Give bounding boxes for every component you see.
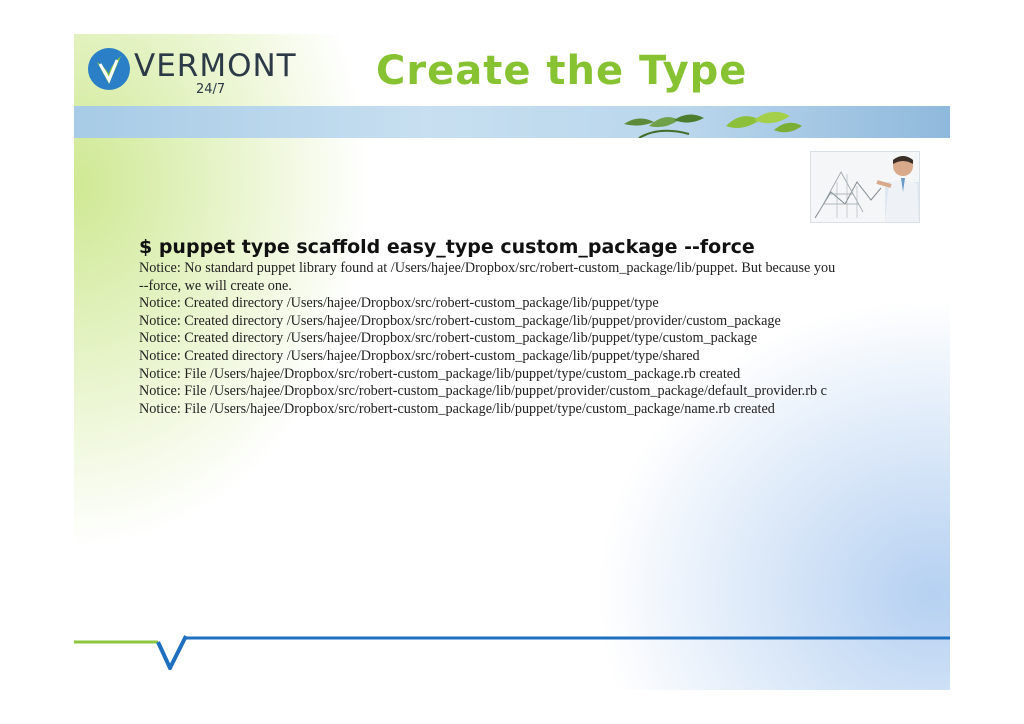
output-line: Notice: Created directory /Users/hajee/D… [139,312,781,329]
output-line: Notice: File /Users/hajee/Dropbox/src/ro… [139,383,827,400]
person-sketch-image [811,152,919,222]
sketch-photo [810,151,920,223]
command-line: $ puppet type scaffold easy_type custom_… [139,236,755,258]
footer-v-mark-icon [74,635,950,670]
output-line: Notice: Created directory /Users/hajee/D… [139,347,700,364]
logo-wordmark: VERMONT [134,48,297,84]
output-line: Notice: Created directory /Users/hajee/D… [139,295,659,312]
header-band [74,106,950,138]
output-line: Notice: File /Users/hajee/Dropbox/src/ro… [139,365,741,382]
logo: VERMONT 24/7 [86,42,296,98]
leaf-decoration-icon [624,114,704,138]
output-line: --force, we will create one. [139,277,292,294]
output-line: Notice: Created directory /Users/hajee/D… [139,330,758,347]
output-list: Notice: No standard puppet library found… [139,260,950,418]
vermont-checkmark-logo-icon [88,48,130,90]
logo-tagline: 24/7 [196,82,226,97]
slide-title: Create the Type [376,48,748,94]
slide: VERMONT 24/7 Create the Type $ puppet ty… [74,34,950,690]
output-line: Notice: File /Users/hajee/Dropbox/src/ro… [139,400,775,417]
terminal-output: $ puppet type scaffold easy_type custom_… [139,234,950,418]
output-line: Notice: No standard puppet library found… [139,260,836,276]
leaf-decoration-icon [726,111,802,133]
